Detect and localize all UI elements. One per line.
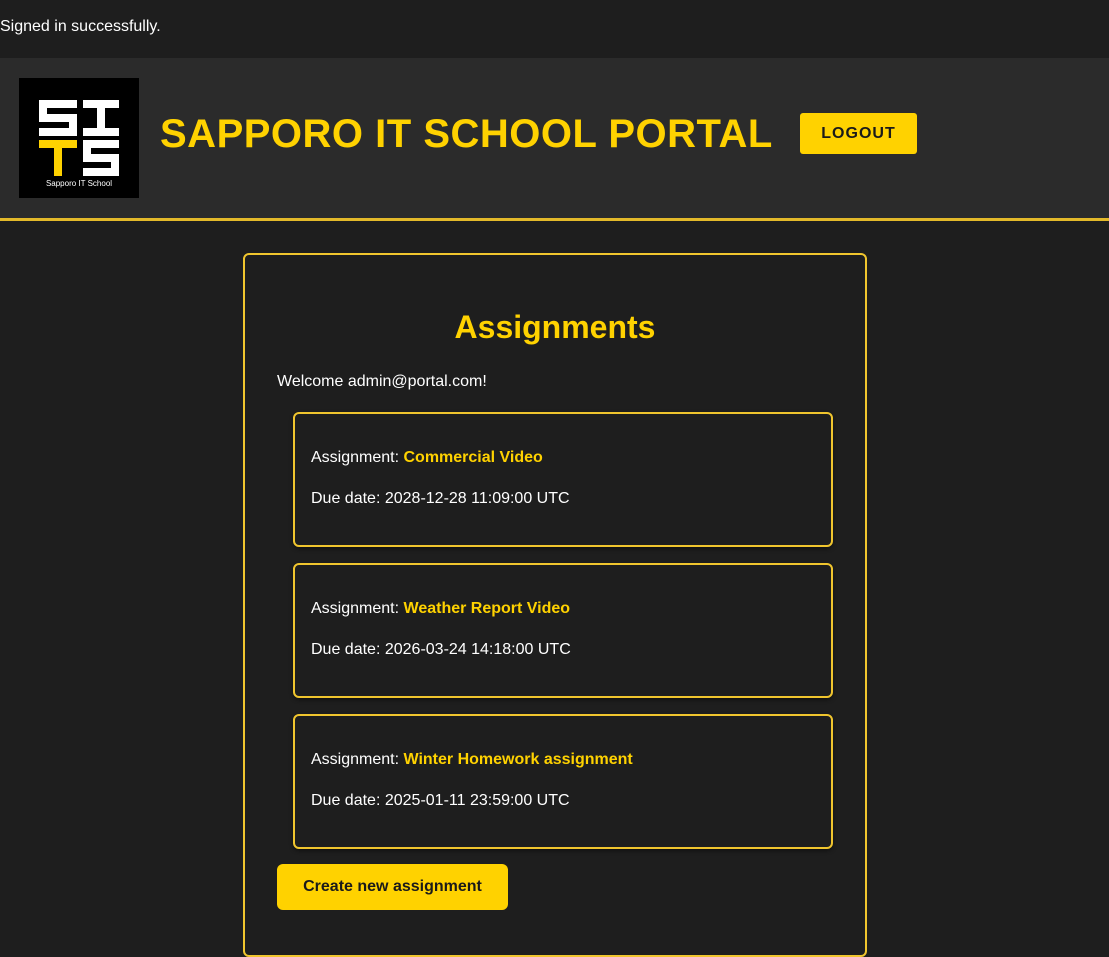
logout-button[interactable]: LOGOUT xyxy=(800,113,917,154)
assignment-line: Assignment: Weather Report Video xyxy=(311,600,570,618)
flash-message: Signed in successfully. xyxy=(0,18,161,35)
school-logo: Sapporo IT School xyxy=(19,78,139,198)
assignments-panel: Assignments Welcome admin@portal.com! As… xyxy=(243,253,867,957)
assignment-prefix: Assignment: xyxy=(311,600,400,617)
due-date-line: Due date: 2028-12-28 11:09:00 UTC xyxy=(311,490,570,508)
due-date: 2026-03-24 14:18:00 UTC xyxy=(384,641,571,658)
assignment-prefix: Assignment: xyxy=(311,449,400,466)
due-prefix: Due date: xyxy=(311,792,381,809)
due-prefix: Due date: xyxy=(311,490,381,507)
assignment-card: Assignment: Winter Homework assignment D… xyxy=(293,714,833,849)
assignment-line: Assignment: Commercial Video xyxy=(311,449,543,467)
site-title: SAPPORO IT SCHOOL PORTAL xyxy=(160,112,773,156)
assignment-prefix: Assignment: xyxy=(311,751,400,768)
assignment-line: Assignment: Winter Homework assignment xyxy=(311,751,633,769)
create-assignment-button[interactable]: Create new assignment xyxy=(277,864,508,910)
site-header: Sapporo IT School SAPPORO IT SCHOOL PORT… xyxy=(0,58,1109,221)
assignment-link[interactable]: Commercial Video xyxy=(404,449,543,466)
assignment-card: Assignment: Weather Report Video Due dat… xyxy=(293,563,833,698)
due-date-line: Due date: 2025-01-11 23:59:00 UTC xyxy=(311,792,570,810)
assignment-card: Assignment: Commercial Video Due date: 2… xyxy=(293,412,833,547)
due-date-line: Due date: 2026-03-24 14:18:00 UTC xyxy=(311,641,571,659)
due-prefix: Due date: xyxy=(311,641,381,658)
due-date: 2028-12-28 11:09:00 UTC xyxy=(384,490,570,507)
due-date: 2025-01-11 23:59:00 UTC xyxy=(384,792,570,809)
welcome-text: Welcome admin@portal.com! xyxy=(277,373,487,390)
logo-caption: Sapporo IT School xyxy=(46,179,112,188)
assignment-link[interactable]: Weather Report Video xyxy=(404,600,571,617)
assignment-link[interactable]: Winter Homework assignment xyxy=(404,751,633,768)
page-title: Assignments xyxy=(454,309,656,345)
